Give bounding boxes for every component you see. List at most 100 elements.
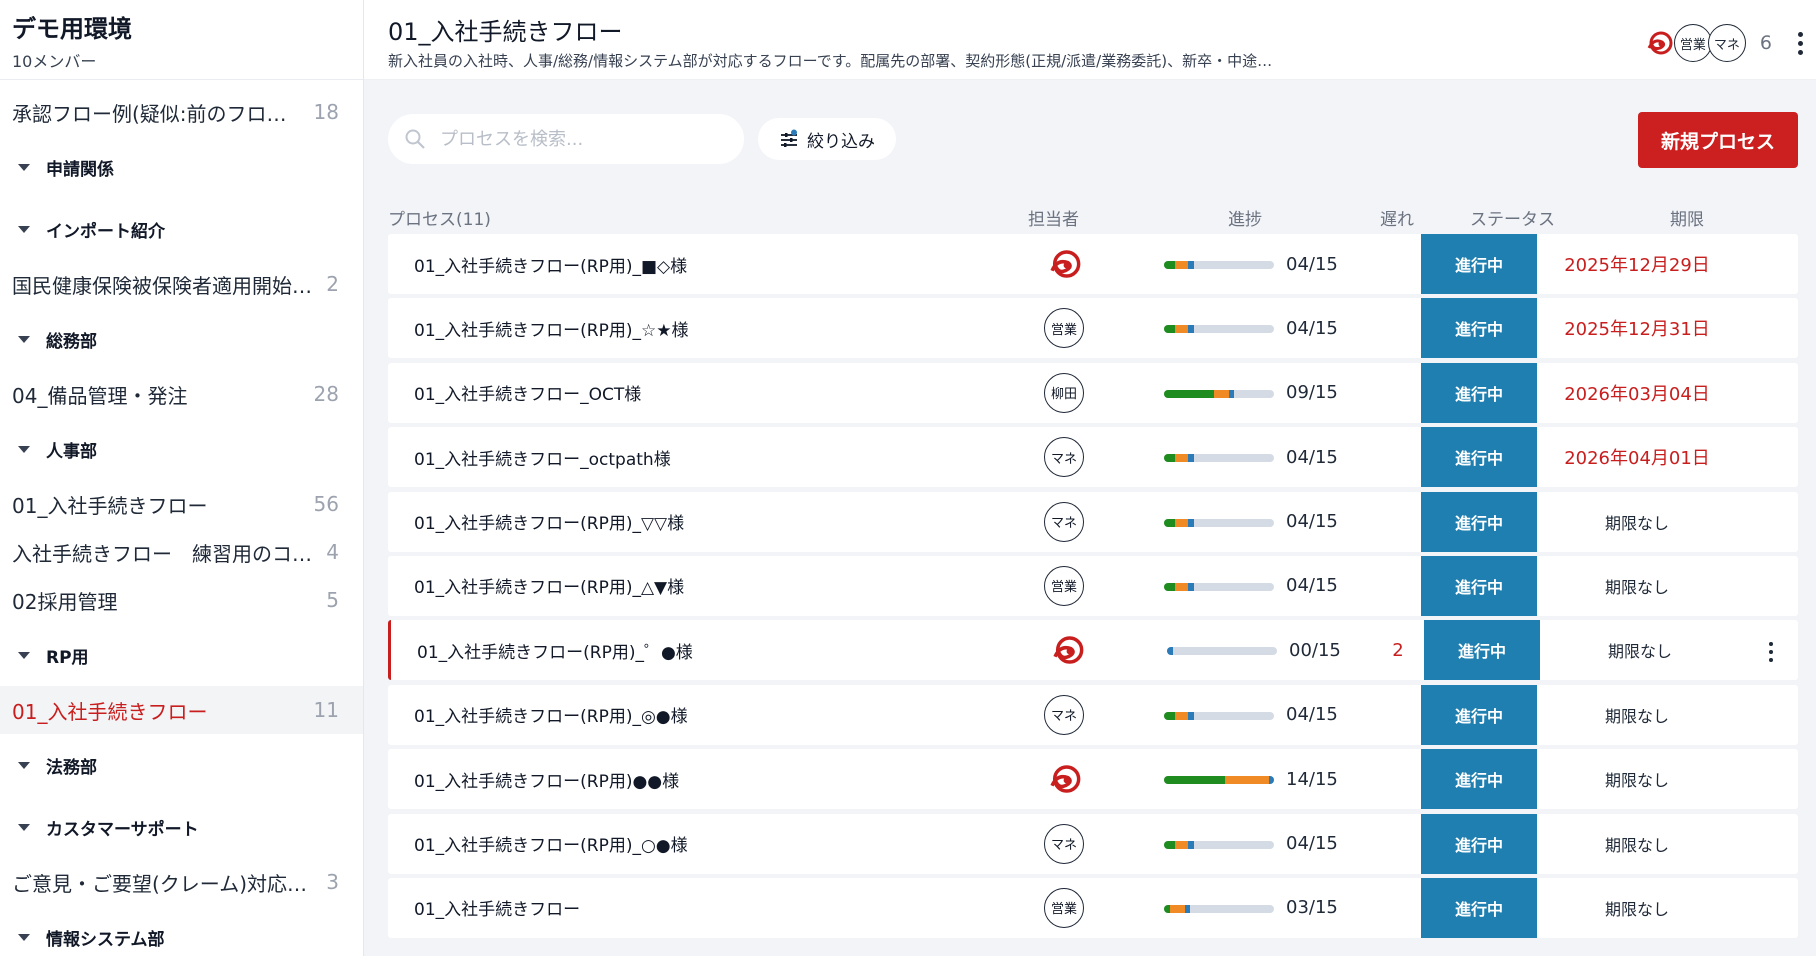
assignee: 営業 <box>1044 565 1084 606</box>
process-name[interactable]: 01_入社手続きフロー(RP用)_○●様 <box>414 831 688 856</box>
process-name[interactable]: 01_入社手続きフロー_octpath様 <box>414 445 671 470</box>
sidebar-item[interactable]: 02採用管理 5 <box>0 576 363 624</box>
column-header-due[interactable]: 期限 <box>1670 204 1704 236</box>
column-header-late[interactable]: 遅れ <box>1380 204 1414 236</box>
sidebar-item[interactable]: 承認フロー例(疑似:前のフロー… 18 <box>0 88 363 136</box>
progress-done <box>1164 518 1175 527</box>
progress-active <box>1175 711 1189 720</box>
sidebar-group[interactable]: 総務部 <box>0 308 363 370</box>
table-row[interactable]: 01_入社手続きフロー(RP用)_■◇様 04/15 進行中 2025年12月29日 <box>388 234 1798 294</box>
caret-down-icon[interactable] <box>18 823 30 831</box>
sidebar-item[interactable]: 01_入社手続きフロー 56 <box>0 480 363 528</box>
sidebar-item[interactable]: 01_入社手続きフロー 11 <box>0 686 363 734</box>
caret-down-icon[interactable] <box>18 445 30 453</box>
sidebar-group[interactable]: 人事部 <box>0 418 363 480</box>
sidebar-item-count: 5 <box>326 588 339 612</box>
sidebar-group[interactable]: インポート紹介 <box>0 198 363 260</box>
status-badge[interactable]: 進行中 <box>1421 555 1537 616</box>
table-row[interactable]: 01_入社手続きフロー(RP用)_゜●様 00/15 2 進行中 期限なし <box>388 620 1798 681</box>
sidebar-item-label: 承認フロー例(疑似:前のフロー… <box>12 101 306 126</box>
process-name[interactable]: 01_入社手続きフロー(RP用)_△▼様 <box>414 573 684 598</box>
process-name[interactable]: 01_入社手続きフロー(RP用)_☆★様 <box>414 316 688 341</box>
sidebar-item-count: 28 <box>313 382 339 406</box>
avatar: マネ <box>1707 24 1746 62</box>
process-name[interactable]: 01_入社手続きフロー(RP用)_■◇様 <box>414 252 687 277</box>
sidebar-list: 承認フロー例(疑似:前のフロー… 18 申請関係インポート紹介 国民健康保険被保険者適… <box>0 80 363 956</box>
sidebar-item[interactable]: 国民健康保険被保険者適用開始… 2 <box>0 260 363 308</box>
search-input[interactable] <box>440 128 700 150</box>
process-name[interactable]: 01_入社手続きフロー(RP用)_▽▽様 <box>414 509 684 534</box>
column-header-progress[interactable]: 進捗 <box>1228 204 1262 236</box>
sidebar-item-label: 02採用管理 <box>12 589 118 614</box>
more-menu-icon[interactable] <box>1794 31 1806 55</box>
status-badge[interactable]: 進行中 <box>1424 620 1540 681</box>
member-avatars[interactable]: 営業 マネ <box>1640 24 1746 62</box>
status-badge[interactable]: 進行中 <box>1421 362 1537 423</box>
status-badge[interactable]: 進行中 <box>1421 749 1537 810</box>
table-row[interactable]: 01_入社手続きフロー(RP用)_○●様 マネ 04/15 進行中 期限なし <box>388 813 1798 874</box>
progress-current <box>1228 389 1235 398</box>
status-badge[interactable]: 進行中 <box>1421 491 1537 552</box>
progress-active <box>1175 261 1189 269</box>
progress-active <box>1175 582 1189 591</box>
process-name[interactable]: 01_入社手続きフロー(RP用)_゜●様 <box>417 638 693 663</box>
status-badge[interactable]: 進行中 <box>1421 298 1537 359</box>
new-process-button[interactable]: 新規プロセス <box>1638 112 1798 168</box>
sidebar-item-label: 01_入社手続きフロー <box>12 493 208 518</box>
caret-down-icon[interactable] <box>18 163 30 171</box>
status-badge[interactable]: 進行中 <box>1421 877 1537 938</box>
sidebar-item[interactable]: 04_備品管理・発注 28 <box>0 370 363 418</box>
status-badge[interactable]: 進行中 <box>1421 234 1537 294</box>
progress-current <box>1184 904 1191 913</box>
process-name[interactable]: 01_入社手続きフロー_OCT様 <box>414 380 641 405</box>
table-row[interactable]: 01_入社手続きフロー 営業 03/15 進行中 期限なし <box>388 877 1798 938</box>
caret-down-icon[interactable] <box>18 651 30 659</box>
table-row[interactable]: 01_入社手続きフロー(RP用)_◎●様 マネ 04/15 進行中 期限なし <box>388 684 1798 745</box>
progress-bar <box>1167 647 1277 656</box>
process-name[interactable]: 01_入社手続きフロー(RP用)_◎●様 <box>414 702 688 727</box>
caret-down-icon[interactable] <box>18 933 30 941</box>
due-date: 期限なし <box>1604 771 1669 791</box>
table-row[interactable]: 01_入社手続きフロー(RP用)_▽▽様 マネ 04/15 進行中 期限なし <box>388 491 1798 552</box>
table-row[interactable]: 01_入社手続きフロー(RP用)●●様 14/15 進行中 期限なし <box>388 749 1798 810</box>
filter-button[interactable]: 絞り込み <box>758 118 896 160</box>
sidebar-group[interactable]: 申請関係 <box>0 136 363 198</box>
process-name[interactable]: 01_入社手続きフロー(RP用)●●様 <box>414 767 679 792</box>
sidebar-item-label: ご意見・ご要望(クレーム)対応フ… <box>12 871 319 896</box>
progress-text: 04/15 <box>1286 575 1338 597</box>
status-badge[interactable]: 進行中 <box>1421 427 1537 488</box>
table-row[interactable]: 01_入社手続きフロー(RP用)_△▼様 営業 04/15 進行中 期限なし <box>388 555 1798 616</box>
column-header-status[interactable]: ステータス <box>1470 204 1555 236</box>
column-header-process[interactable]: プロセス(11) <box>388 204 491 236</box>
sidebar-group[interactable]: RP用 <box>0 624 363 686</box>
sidebar-group[interactable]: カスタマーサポート <box>0 796 363 858</box>
logo-avatar-icon <box>1640 24 1678 62</box>
table-row[interactable]: 01_入社手続きフロー_OCT様 柳田 09/15 進行中 2026年03月04日 <box>388 362 1798 423</box>
process-name[interactable]: 01_入社手続きフロー <box>414 895 580 920</box>
sidebar-group[interactable]: 法務部 <box>0 734 363 796</box>
assignee: マネ <box>1044 694 1084 735</box>
progress-current <box>1188 325 1194 334</box>
assignee-avatar: 営業 <box>1044 565 1084 606</box>
sidebar-group[interactable]: 情報システム部 <box>0 906 363 956</box>
assignee-logo-icon <box>1047 630 1087 670</box>
sidebar-item[interactable]: 入社手続きフロー 練習用のコピー 4 <box>0 528 363 576</box>
search-icon <box>405 129 425 149</box>
due-date: 2026年04月01日 <box>1564 448 1710 470</box>
search-box[interactable] <box>388 114 744 164</box>
caret-down-icon[interactable] <box>18 225 30 233</box>
table-row[interactable]: 01_入社手続きフロー(RP用)_☆★様 営業 04/15 進行中 2025年12月31… <box>388 298 1798 359</box>
table-row[interactable]: 01_入社手続きフロー_octpath様 マネ 04/15 進行中 2026年04月01… <box>388 427 1798 488</box>
sidebar-group-label: RP用 <box>46 647 89 668</box>
status-badge[interactable]: 進行中 <box>1421 684 1537 745</box>
sidebar-item[interactable]: ご意見・ご要望(クレーム)対応フ… 3 <box>0 858 363 906</box>
status-badge[interactable]: 進行中 <box>1421 813 1537 874</box>
progress-current <box>1188 711 1194 720</box>
row-more-icon[interactable] <box>1765 642 1777 663</box>
workspace-header[interactable]: デモ用環境 10メンバー <box>0 0 363 80</box>
caret-down-icon[interactable] <box>18 335 30 343</box>
due-date: 2026年03月04日 <box>1564 383 1710 405</box>
column-header-assignee[interactable]: 担当者 <box>1028 204 1079 236</box>
sidebar-group-label: 申請関係 <box>46 159 114 180</box>
caret-down-icon[interactable] <box>18 761 30 769</box>
